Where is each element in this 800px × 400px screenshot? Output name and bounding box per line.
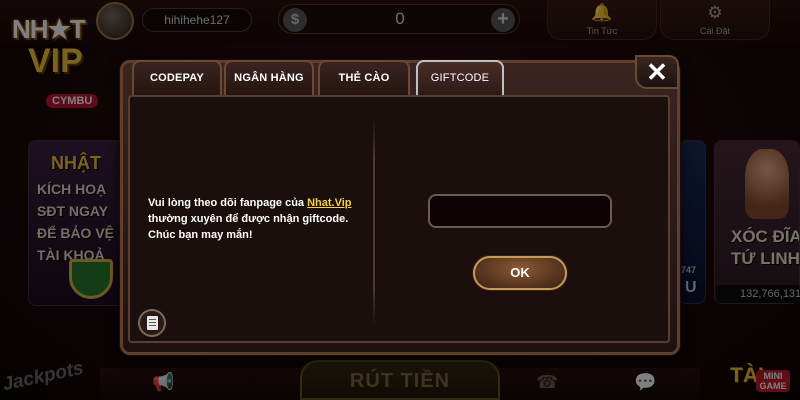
- tab-scratch-card[interactable]: THẺ CÀO: [318, 60, 410, 96]
- giftcode-instructions: Vui lòng theo dõi fanpage của Nhat.Vip t…: [148, 195, 368, 243]
- message-text: Vui lòng theo dõi fanpage của: [148, 197, 308, 209]
- tab-codepay[interactable]: CODEPAY: [132, 60, 222, 96]
- document-icon: [147, 316, 158, 330]
- close-button[interactable]: ✕: [635, 55, 679, 89]
- close-icon: ✕: [646, 57, 668, 87]
- panel-divider: [373, 117, 375, 327]
- message-text: Chúc bạn may mắn!: [148, 229, 253, 241]
- tab-giftcode[interactable]: GIFTCODE: [416, 60, 504, 100]
- history-button[interactable]: [138, 309, 166, 337]
- giftcode-panel: Vui lòng theo dõi fanpage của Nhat.Vip t…: [128, 95, 670, 343]
- ok-button[interactable]: OK: [473, 256, 567, 290]
- giftcode-input[interactable]: [428, 194, 612, 228]
- deposit-modal: CODEPAY NGÂN HÀNG THẺ CÀO GIFTCODE ✕ Vui…: [120, 55, 680, 355]
- fanpage-link[interactable]: Nhat.Vip: [307, 197, 351, 209]
- message-text: thường xuyên để được nhận giftcode.: [148, 213, 349, 225]
- tab-bank[interactable]: NGÂN HÀNG: [224, 60, 314, 96]
